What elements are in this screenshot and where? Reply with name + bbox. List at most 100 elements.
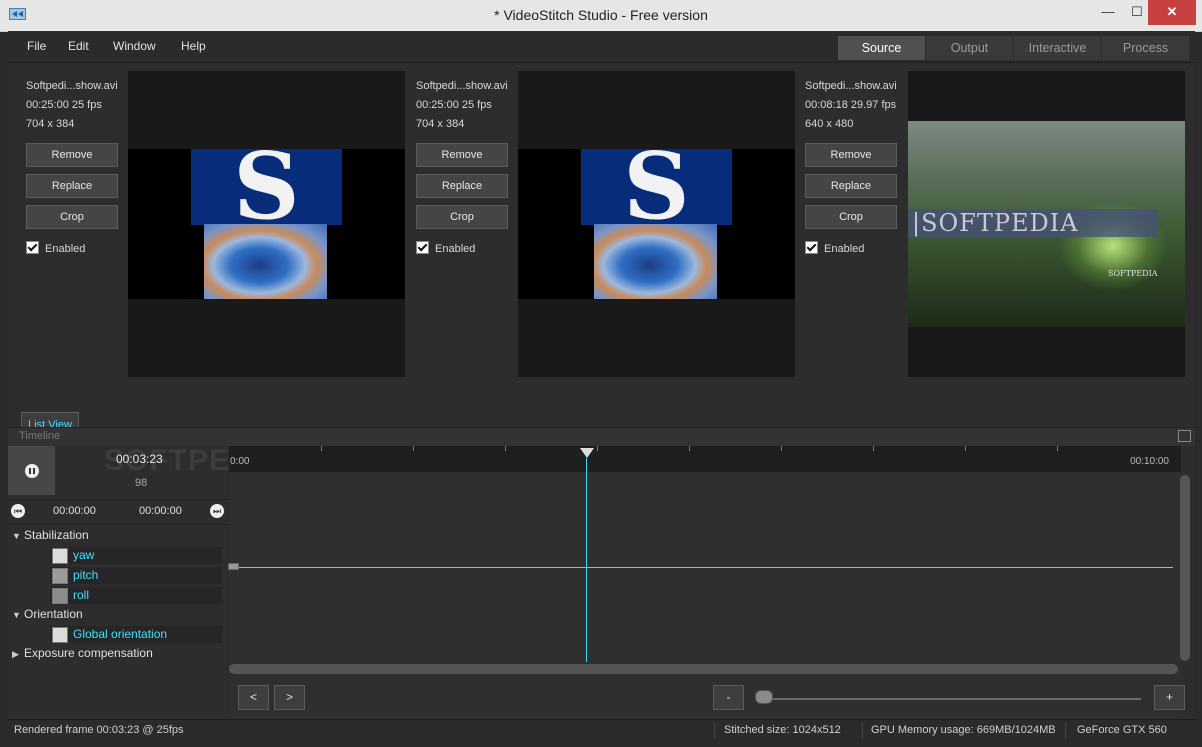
time-ruler[interactable]: 0:00 00:10:00 (229, 446, 1181, 472)
status-divider (1065, 723, 1066, 739)
forest-image: |SOFTPEDIA SOFTPEDIA (908, 121, 1185, 327)
close-button[interactable]: ✕ (1148, 0, 1196, 25)
ruler-tick (321, 446, 322, 451)
ruler-tick (689, 446, 690, 451)
tree-item-pitch[interactable]: pitch (50, 567, 222, 584)
jump-start-icon[interactable]: ⏮ (11, 504, 25, 518)
vertical-scrollbar[interactable] (1180, 475, 1190, 661)
next-keyframe-button[interactable]: > (274, 685, 305, 710)
curve-swatch[interactable] (52, 548, 68, 564)
curve-swatch[interactable] (52, 627, 68, 643)
prev-keyframe-button[interactable]: < (238, 685, 269, 710)
source-1-info: Softpedi...show.avi 00:25:00 25 fps 704 … (26, 77, 131, 277)
horizontal-scrollbar[interactable] (229, 664, 1178, 674)
replace-button[interactable]: Replace (805, 174, 897, 198)
enabled-checkbox[interactable] (416, 241, 429, 254)
tree-group-exposure[interactable]: ▶ Exposure compensation (12, 646, 153, 660)
enabled-checkbox-row[interactable]: Enabled (416, 241, 475, 255)
curve-swatch[interactable] (52, 588, 68, 604)
zoom-slider-handle[interactable] (755, 690, 773, 704)
tab-output[interactable]: Output (926, 36, 1014, 60)
minimize-button[interactable]: — (1093, 0, 1123, 25)
menu-edit[interactable]: Edit (68, 39, 89, 53)
source-2-preview: S (518, 71, 795, 377)
enabled-label: Enabled (45, 243, 86, 255)
swirl-image (594, 224, 717, 299)
tab-process[interactable]: Process (1102, 36, 1190, 60)
tree-group-stabilization[interactable]: ▼ Stabilization (12, 528, 89, 542)
tab-interactive[interactable]: Interactive (1014, 36, 1102, 60)
play-area (8, 446, 55, 495)
ruler-tick (505, 446, 506, 451)
enabled-checkbox[interactable] (805, 241, 818, 254)
crop-button[interactable]: Crop (416, 205, 508, 229)
remove-button[interactable]: Remove (416, 143, 508, 167)
source-resolution: 704 x 384 (26, 118, 75, 130)
expand-down-icon[interactable]: ▼ (12, 531, 24, 541)
tree-group-label: Orientation (24, 607, 83, 621)
timeline-controls: SOFTPEDIA 00:03:23 98 ⏮ 00:00:00 00:00:0… (8, 444, 284, 718)
source-filename: Softpedi...show.avi (26, 80, 118, 92)
source-3-preview: |SOFTPEDIA SOFTPEDIA (908, 71, 1185, 377)
playhead-handle[interactable] (580, 448, 594, 458)
enabled-checkbox-row[interactable]: Enabled (805, 241, 864, 255)
pause-icon[interactable] (25, 464, 39, 478)
tree-group-label: Stabilization (24, 528, 89, 542)
status-divider (714, 723, 715, 739)
replace-button[interactable]: Replace (26, 174, 118, 198)
status-rendered: Rendered frame 00:03:23 @ 25fps (14, 724, 184, 736)
jump-end-icon[interactable]: ⏭ (210, 504, 224, 518)
ruler-tick (597, 446, 598, 451)
status-stitched-size: Stitched size: 1024x512 (724, 724, 841, 736)
source-1-preview: S (128, 71, 405, 377)
out-point-time[interactable]: 00:00:00 (139, 505, 182, 517)
status-divider (862, 723, 863, 739)
enabled-checkbox[interactable] (26, 241, 39, 254)
timeline-track[interactable]: 0:00 00:10:00 < > - + (228, 446, 1190, 718)
zoom-out-button[interactable]: - (713, 685, 744, 710)
source-filename: Softpedi...show.avi (805, 80, 897, 92)
tree-item-label: roll (73, 588, 90, 602)
in-out-row: ⏮ 00:00:00 00:00:00 ⏭ (8, 499, 229, 525)
zoom-slider-track[interactable] (765, 698, 1141, 700)
enabled-checkbox-row[interactable]: Enabled (26, 241, 85, 255)
softpedia-logo-image: S (191, 149, 342, 225)
current-time: 00:03:23 (116, 452, 163, 466)
tree-group-orientation[interactable]: ▼ Orientation (12, 607, 83, 621)
tree-item-label: yaw (73, 548, 95, 562)
expand-right-icon[interactable]: ▶ (12, 649, 24, 660)
ruler-tick (781, 446, 782, 451)
source-resolution: 640 x 480 (805, 118, 854, 130)
forest-watermark: SOFTPEDIA (1108, 269, 1158, 278)
sources-panel: Softpedi...show.avi 00:25:00 25 fps 704 … (8, 63, 1195, 439)
curve-swatch[interactable] (52, 568, 68, 584)
replace-button[interactable]: Replace (416, 174, 508, 198)
tree-item-label: Global orientation (73, 627, 168, 641)
source-duration: 00:08:18 29.97 fps (805, 99, 897, 111)
tree-item-yaw[interactable]: yaw (50, 547, 222, 564)
in-point-time[interactable]: 00:00:00 (53, 505, 96, 517)
menu-file[interactable]: File (27, 39, 46, 53)
menu-help[interactable]: Help (181, 39, 206, 53)
tree-item-roll[interactable]: roll (50, 587, 222, 604)
playhead-line[interactable] (586, 458, 587, 662)
current-frame: 98 (135, 477, 148, 489)
remove-button[interactable]: Remove (805, 143, 897, 167)
swirl-image (204, 224, 327, 299)
remove-button[interactable]: Remove (26, 143, 118, 167)
zoom-in-button[interactable]: + (1154, 685, 1185, 710)
menu-window[interactable]: Window (113, 39, 156, 53)
source-duration: 00:25:00 25 fps (26, 99, 102, 111)
curve-line[interactable] (229, 567, 1173, 568)
tree-item-global-orientation[interactable]: Global orientation (50, 626, 222, 643)
title-bar: * VideoStitch Studio - Free version — ☐ … (0, 0, 1202, 32)
curve-keyframe-handle[interactable] (228, 563, 239, 570)
undock-icon[interactable] (1178, 430, 1191, 442)
source-2-info: Softpedi...show.avi 00:25:00 25 fps 704 … (416, 77, 521, 277)
expand-down-icon[interactable]: ▼ (12, 610, 24, 620)
crop-button[interactable]: Crop (26, 205, 118, 229)
tab-source[interactable]: Source (838, 36, 926, 60)
crop-button[interactable]: Crop (805, 205, 897, 229)
window-title: * VideoStitch Studio - Free version (494, 7, 708, 23)
ruler-tick (965, 446, 966, 451)
